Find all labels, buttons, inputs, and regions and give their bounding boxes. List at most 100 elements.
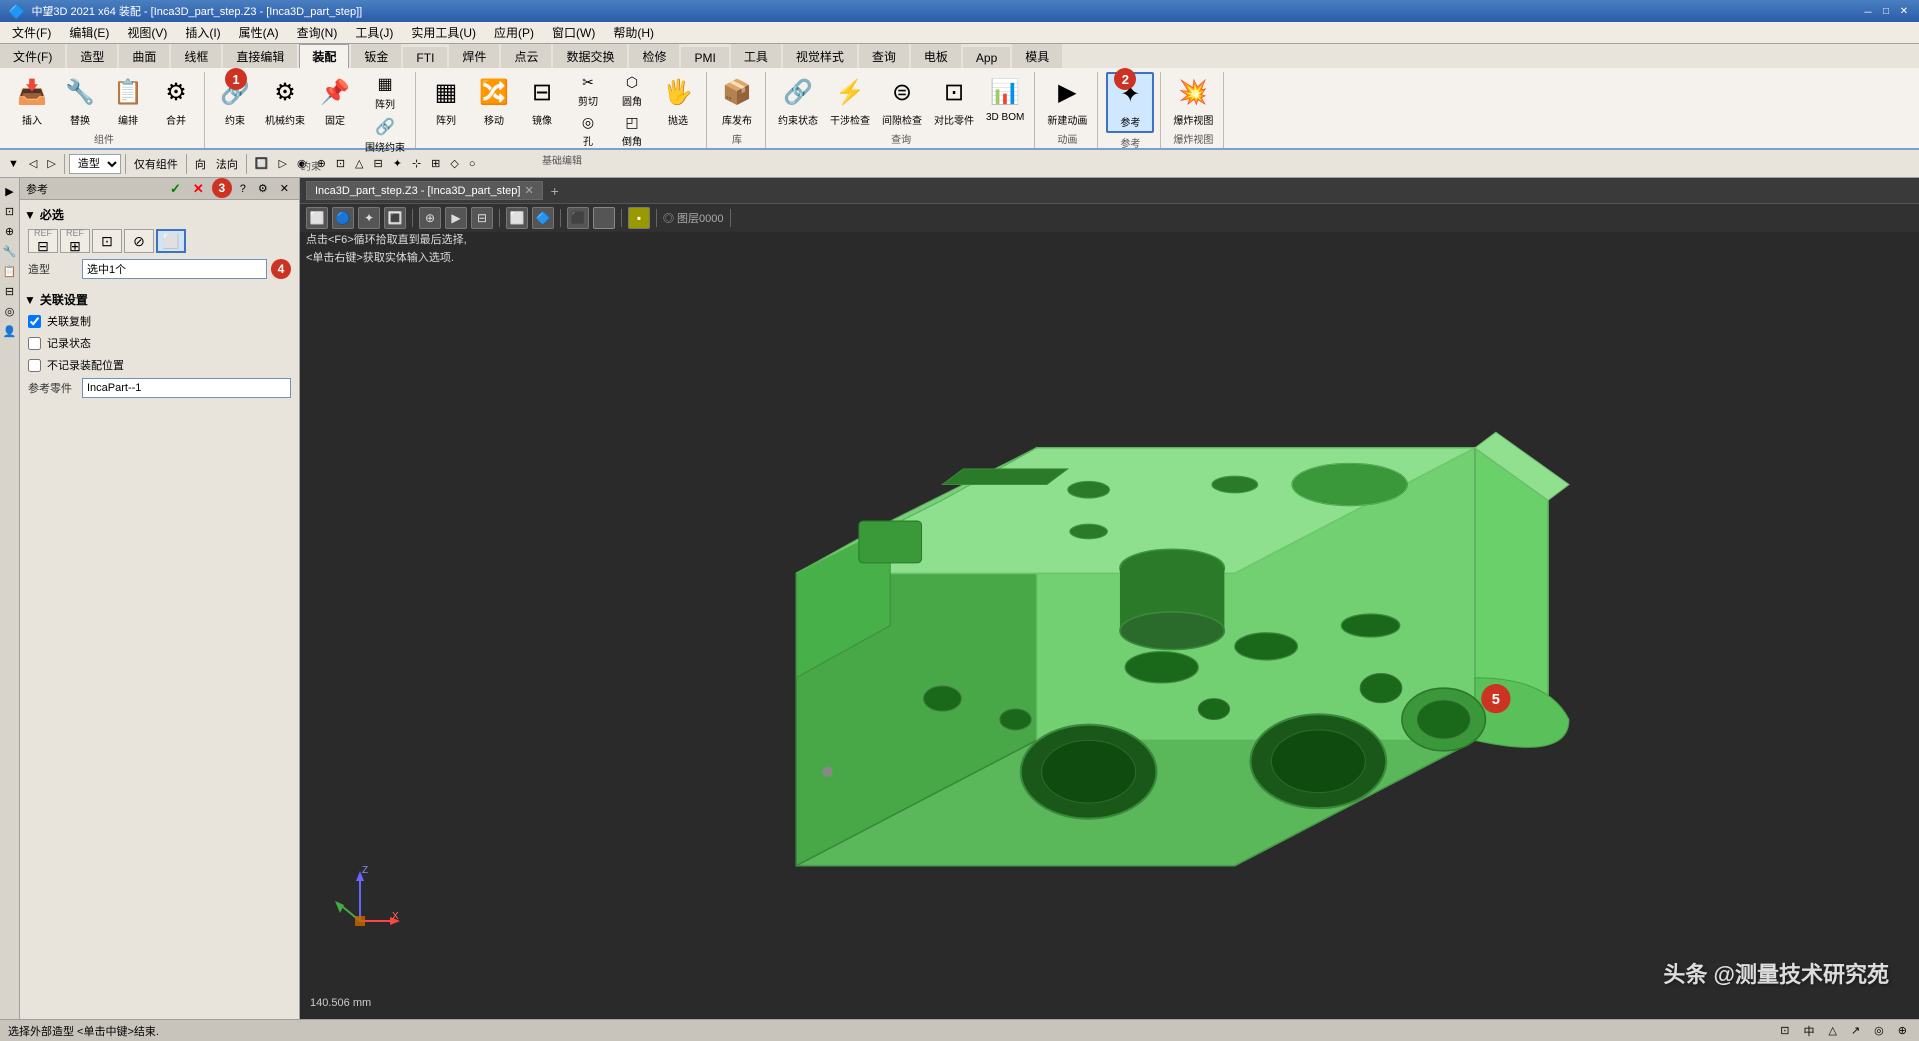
tab-point-cloud[interactable]: 点云 [501,44,551,68]
btn-mech-constraint[interactable]: ⚙ 机械约束 [261,72,309,129]
btn-hole[interactable]: ◎ 孔 [568,112,608,150]
tab-pmi[interactable]: PMI [681,47,728,68]
vp-tool-btn-8[interactable]: ⬜ [506,207,528,229]
menu-edit[interactable]: 编辑(E) [61,22,117,43]
btn-explode[interactable]: 💥 爆炸视图 [1169,72,1217,129]
menu-file[interactable]: 文件(F) [4,22,59,43]
field-input-modeling[interactable] [82,259,267,279]
btn-surround-constraint[interactable]: 🔗 围绕约束 [361,115,409,156]
sel-icon-5[interactable]: ⬜ [156,229,186,253]
panel-confirm-btn[interactable]: ✓ [166,178,185,200]
tab-app[interactable]: App [963,47,1010,68]
viewport-tab-close-icon[interactable]: ✕ [524,184,533,197]
btn-reference[interactable]: ✦ 参考 [1106,72,1154,133]
tab-weld[interactable]: 焊件 [449,44,499,68]
tab-mold[interactable]: 模具 [1012,44,1062,68]
sel-icon-4[interactable]: ⊘ [124,229,154,253]
section-required-header[interactable]: ▼ 必选 [24,204,295,225]
viewport-add-tab-btn[interactable]: + [547,183,563,199]
section-associated-header[interactable]: ▼ 关联设置 [24,289,295,310]
tab-fti[interactable]: FTI [403,47,447,68]
tab-assembly[interactable]: 装配 [299,44,349,68]
checkbox-no-record-pos[interactable] [28,359,41,372]
statusbar-icon-5[interactable]: ◎ [1870,1024,1888,1037]
tab-tools[interactable]: 工具 [731,44,781,68]
statusbar-icon-6[interactable]: ⊕ [1894,1024,1911,1037]
sel-icon-1[interactable]: REF ⊟ [28,229,58,253]
tab-pcb[interactable]: 电板 [911,44,961,68]
statusbar-icon-2[interactable]: 中 [1799,1023,1818,1039]
menu-window[interactable]: 窗口(W) [544,22,603,43]
tab-surface[interactable]: 曲面 [119,44,169,68]
btn-drag[interactable]: 🖐 抛选 [656,72,700,129]
left-icon-8[interactable]: 👤 [1,322,19,340]
toolbar-btn-i[interactable]: ⊹ [408,153,425,175]
sel-icon-2[interactable]: REF ⊞ [60,229,90,253]
toolbar-forward-btn[interactable]: ▷ [43,153,59,175]
vp-tool-btn-9[interactable]: 🔷 [532,207,554,229]
toolbar-only-component-btn[interactable]: 仅有组件 [130,153,182,175]
panel-help-btn[interactable]: ? [236,178,250,200]
close-button[interactable]: ✕ [1897,4,1911,18]
panel-cancel-btn[interactable]: ✕ [189,178,208,200]
viewport-tab-main[interactable]: Inca3D_part_step.Z3 - [Inca3D_part_step]… [306,181,543,200]
menu-properties[interactable]: 属性(A) [231,22,287,43]
btn-library-publish[interactable]: 📦 库发布 [715,72,759,129]
tab-sheet-metal[interactable]: 钣金 [351,44,401,68]
checkbox-associate-copy[interactable] [28,315,41,328]
btn-mirror[interactable]: ⊟ 镜像 [520,72,564,129]
vp-tool-btn-12[interactable]: ▪ [628,207,650,229]
toolbar-mode-select[interactable]: 造型 组件 [69,154,121,174]
vp-tool-btn-6[interactable]: ▶ [445,207,467,229]
menu-query[interactable]: 查询(N) [289,22,346,43]
tab-query[interactable]: 查询 [859,44,909,68]
btn-array[interactable]: ▦ 阵列 [361,72,409,113]
left-icon-7[interactable]: ◎ [1,302,19,320]
btn-fix[interactable]: 📌 固定 [313,72,357,129]
statusbar-icon-3[interactable]: △ [1824,1024,1840,1037]
left-icon-4[interactable]: 🔧 [1,242,19,260]
restore-button[interactable]: □ [1879,4,1893,18]
btn-array2[interactable]: ▦ 阵列 [424,72,468,129]
left-icon-3[interactable]: ⊕ [1,222,19,240]
btn-insert[interactable]: 📥 插入 [10,72,54,129]
statusbar-icon-1[interactable]: ⊡ [1776,1024,1793,1037]
vp-tool-btn-4[interactable]: 🔳 [384,207,406,229]
menu-tools[interactable]: 工具(J) [347,22,401,43]
vp-tool-btn-2[interactable]: 🔵 [332,207,354,229]
vp-tool-btn-5[interactable]: ⊕ [419,207,441,229]
btn-chamfer[interactable]: ◰ 倒角 [612,112,652,150]
toolbar-btn-j[interactable]: ⊞ [427,153,444,175]
titlebar-controls[interactable]: － □ ✕ [1861,4,1911,18]
tab-inspection[interactable]: 检修 [629,44,679,68]
vp-tool-btn-3[interactable]: ✦ [358,207,380,229]
btn-fillet[interactable]: ⬡ 圆角 [612,72,652,110]
tab-visual-style[interactable]: 视觉样式 [783,44,857,68]
menu-apply[interactable]: 应用(P) [486,22,542,43]
btn-cut[interactable]: ✂ 剪切 [568,72,608,110]
vp-tool-btn-11[interactable] [593,207,615,229]
btn-constraint[interactable]: 🔗 约束 [213,72,257,129]
tab-file[interactable]: 文件(F) [0,44,65,68]
menu-utilities[interactable]: 实用工具(U) [403,22,484,43]
checkbox-record-state[interactable] [28,337,41,350]
menu-view[interactable]: 视图(V) [119,22,175,43]
panel-close-btn[interactable]: ✕ [276,178,293,200]
btn-interference[interactable]: ⚡ 干涉检查 [826,72,874,129]
toolbar-btn-k[interactable]: ◇ [446,153,462,175]
left-icon-6[interactable]: ⊟ [1,282,19,300]
statusbar-icon-4[interactable]: ↗ [1847,1024,1864,1037]
sel-icon-3[interactable]: ⊡ [92,229,122,253]
btn-clearance[interactable]: ⊜ 间隙检查 [878,72,926,129]
btn-compare[interactable]: ⊡ 对比零件 [930,72,978,129]
tab-direct-edit[interactable]: 直接编辑 [223,44,297,68]
vp-tool-btn-7[interactable]: ⊟ [471,207,493,229]
field-input-ref-part[interactable] [82,378,291,398]
toolbar-arrow-btn[interactable]: ▼ [4,153,23,175]
btn-arrange[interactable]: 📋 编排 [106,72,150,129]
tab-data-exchange[interactable]: 数据交换 [553,44,627,68]
model-area[interactable]: 5 Z X [300,260,1919,991]
menu-help[interactable]: 帮助(H) [605,22,662,43]
left-icon-5[interactable]: 📋 [1,262,19,280]
btn-replace[interactable]: 🔧 替换 [58,72,102,129]
